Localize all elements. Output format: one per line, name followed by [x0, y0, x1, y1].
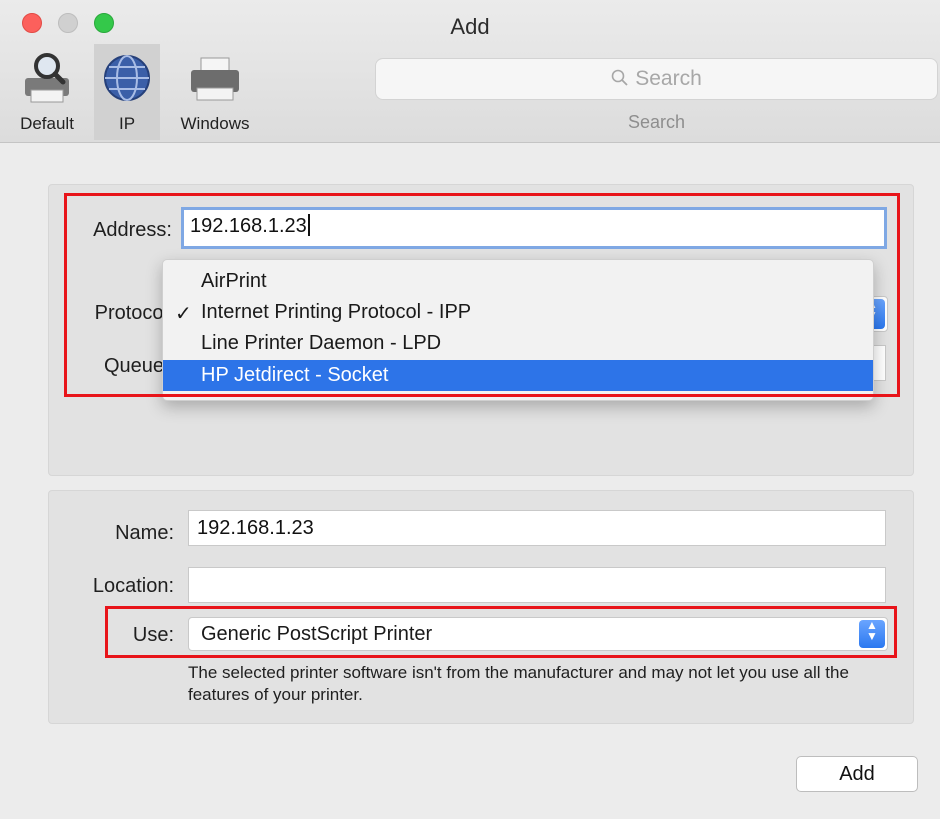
location-field[interactable] [188, 567, 886, 603]
name-label: Name: [115, 522, 174, 544]
tab-default[interactable]: Default [0, 44, 94, 140]
tab-ip[interactable]: IP [94, 44, 160, 140]
search-caption: Search [627, 112, 686, 132]
highlight-box-address-protocol [64, 193, 900, 397]
add-printer-window: Add Default IP Windows Search Search Add… [0, 0, 940, 819]
tab-default-label: Default [20, 114, 74, 133]
globe-icon [104, 55, 150, 101]
location-label: Location: [92, 575, 174, 597]
tab-windows-label: Windows [180, 114, 250, 133]
tab-ip-label: IP [118, 114, 136, 133]
magnifier-printer-icon [25, 53, 69, 103]
search-field[interactable]: Search [375, 58, 938, 100]
search-icon [611, 69, 628, 86]
driver-warning-note: The selected printer software isn't from… [188, 663, 849, 704]
tab-windows[interactable]: Windows [160, 44, 270, 140]
name-field[interactable]: 192.168.1.23 [188, 510, 886, 546]
window-title: Add [450, 14, 490, 39]
search-placeholder: Search [635, 67, 702, 90]
toolbar: Add Default IP Windows Search Search [0, 0, 940, 143]
add-button[interactable]: Add [796, 756, 918, 792]
printer-icon [191, 57, 239, 101]
highlight-box-use [105, 606, 897, 658]
name-value: 192.168.1.23 [197, 517, 314, 539]
